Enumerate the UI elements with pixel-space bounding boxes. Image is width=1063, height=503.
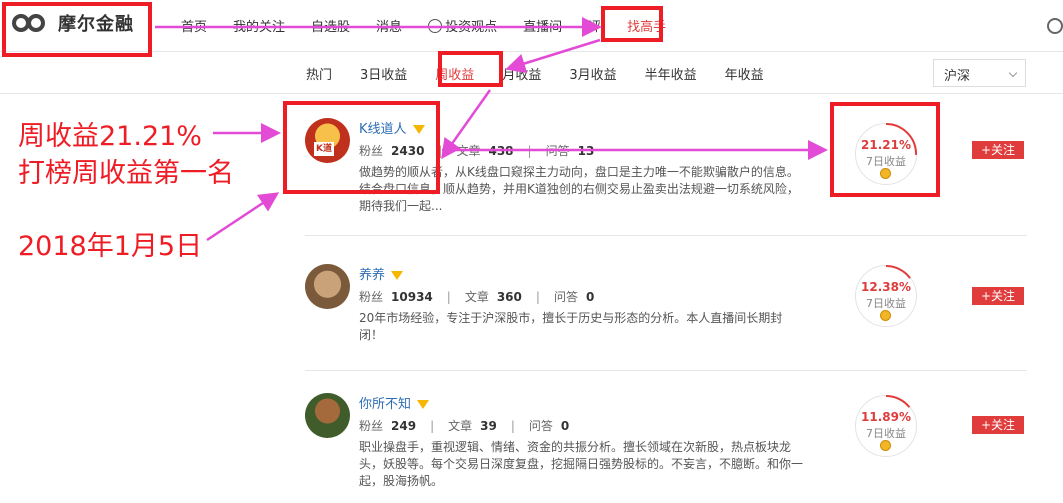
top-nav: 摩尔金融 首页 我的关注 自选股 消息 投资观点 直播间 评 找高手 [0, 0, 1063, 52]
follow-button[interactable]: +关注 [972, 287, 1024, 305]
avatar[interactable] [305, 393, 350, 438]
return-pct: 12.38% [861, 280, 911, 294]
ranking-tabs: 热门 3日收益 周收益 月收益 3月收益 半年收益 年收益 沪深 [0, 52, 1063, 94]
tab-month[interactable]: 月收益 [502, 64, 541, 83]
market-select[interactable]: 沪深 [933, 59, 1026, 87]
tab-3month[interactable]: 3月收益 [569, 64, 616, 83]
gauge-arc [885, 265, 911, 279]
gauge-arc [885, 395, 911, 408]
expert-bio: 职业操盘手，重视逻辑、情绪、资金的共振分析。擅长领域在次新股，热点板块龙头，妖股… [359, 440, 804, 488]
market-select-value: 沪深 [944, 69, 971, 84]
expert-bio: 20年市场经验，专注于沪深股市，擅长于历史与形态的分析。本人直播间长期封闭！ [359, 311, 783, 342]
nav-messages[interactable]: 消息 [376, 16, 402, 35]
verified-icon [417, 400, 430, 409]
annotation-box-logo [2, 2, 152, 57]
verified-icon [391, 271, 404, 280]
tab-3day[interactable]: 3日收益 [360, 64, 407, 83]
nav-review[interactable]: 评 [588, 16, 601, 35]
nav-home[interactable]: 首页 [181, 16, 207, 35]
return-pct: 11.89% [861, 410, 911, 424]
chevron-down-icon [1008, 68, 1018, 78]
annotation-box-nav [601, 6, 663, 42]
expert-row: 你所不知 粉丝 249 | 文章 39 | 问答 0 职业操盘手，重视逻辑、情绪、资金的共振分… [305, 393, 1027, 503]
expert-name[interactable]: 养养 [359, 264, 404, 283]
page: 摩尔金融 首页 我的关注 自选股 消息 投资观点 直播间 评 找高手 热门 3日… [0, 0, 1063, 503]
annotation-date: 2018年1月5日 [18, 231, 203, 262]
return-label: 7日收益 [866, 427, 906, 440]
expert-name[interactable]: 你所不知 [359, 393, 430, 412]
opinion-icon [428, 19, 443, 33]
avatar[interactable] [305, 264, 350, 309]
nav-watchlist[interactable]: 自选股 [311, 16, 350, 35]
annotation-weekly-return: 周收益21.21% [18, 121, 202, 152]
tab-year[interactable]: 年收益 [725, 64, 764, 83]
annotation-rank: 打榜周收益第一名 [18, 158, 234, 189]
tab-halfyear[interactable]: 半年收益 [645, 64, 697, 83]
annotation-box-expert [283, 101, 440, 194]
annotation-box-gauge [830, 102, 940, 197]
expert-stats: 粉丝 10934 | 文章 360 | 问答 0 [359, 290, 595, 304]
expert-row: 养养 粉丝 10934 | 文章 360 | 问答 0 20年市场经验，专注于沪深股市，擅长于… [305, 264, 1027, 371]
nav-opinions-label: 投资观点 [445, 20, 498, 35]
nav-opinions[interactable]: 投资观点 [428, 16, 497, 35]
medal-icon [880, 440, 891, 451]
return-label: 7日收益 [866, 297, 906, 310]
search-icon[interactable] [1047, 18, 1063, 34]
follow-button[interactable]: +关注 [972, 416, 1024, 434]
nav-live[interactable]: 直播间 [523, 16, 562, 35]
expert-stats: 粉丝 249 | 文章 39 | 问答 0 [359, 419, 570, 433]
follow-button[interactable]: +关注 [972, 141, 1024, 159]
nav-my-follows[interactable]: 我的关注 [233, 16, 285, 35]
annotation-box-tab [438, 51, 503, 87]
tab-hot[interactable]: 热门 [306, 64, 332, 83]
return-gauge: 12.38% 7日收益 [855, 265, 917, 327]
arrow-date-to-expert [206, 192, 280, 242]
medal-icon [880, 310, 891, 321]
return-gauge: 11.89% 7日收益 [855, 395, 917, 457]
